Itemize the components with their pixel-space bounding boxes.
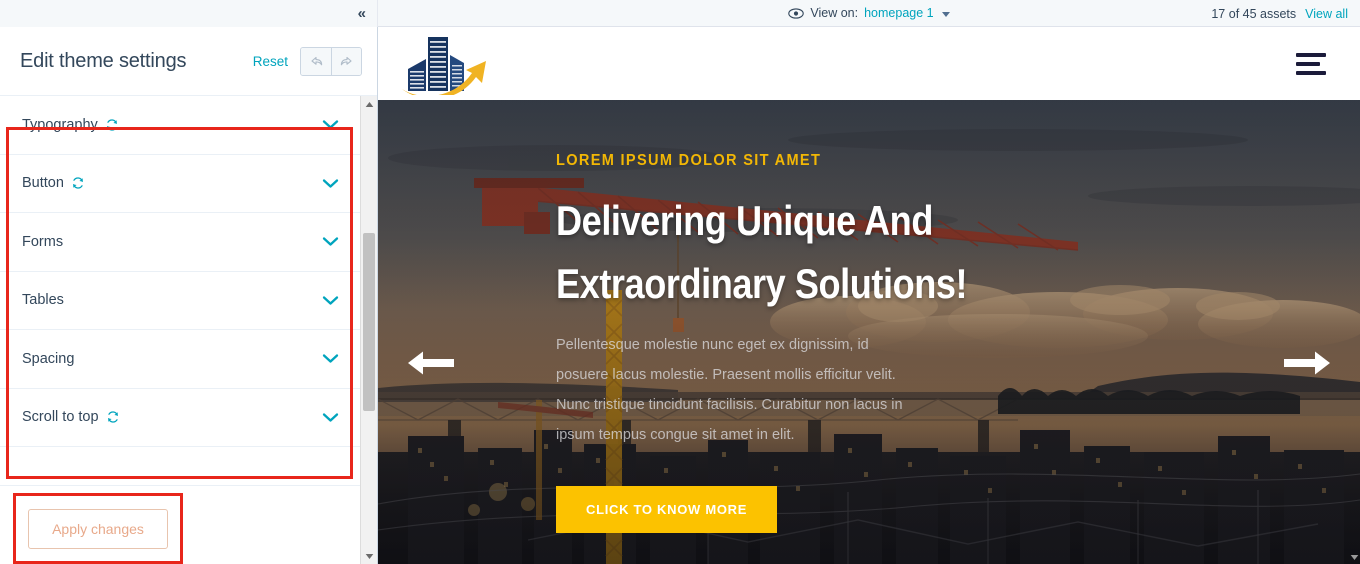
- arrow-left-icon[interactable]: [408, 350, 454, 381]
- view-on-value[interactable]: homepage 1: [864, 6, 934, 20]
- undo-redo-group: [300, 46, 362, 76]
- refresh-icon[interactable]: [105, 118, 119, 132]
- sidebar-divider: [0, 485, 361, 486]
- accordion-item-label: Button: [22, 175, 64, 192]
- accordion-item-typography[interactable]: Typography: [0, 96, 361, 155]
- hamburger-bar: [1296, 70, 1326, 75]
- refresh-icon[interactable]: [71, 176, 85, 190]
- building-company-logo[interactable]: [400, 33, 496, 99]
- page-title: Edit theme settings: [20, 49, 187, 72]
- scrollbar-down-arrow-icon[interactable]: [361, 548, 377, 564]
- hamburger-bar: [1296, 52, 1326, 57]
- chevron-down-icon[interactable]: [322, 119, 339, 130]
- hamburger-bar: [1296, 61, 1320, 66]
- assets-info: 17 of 45 assets View all: [1211, 0, 1348, 27]
- accordion-label-wrap: Tables: [22, 292, 322, 308]
- hero-title-line-1: Delivering Unique And: [556, 197, 933, 244]
- chevron-down-icon[interactable]: [322, 295, 339, 306]
- scrollbar-thumb[interactable]: [363, 233, 375, 411]
- accordion-label-wrap: Scroll to top: [22, 409, 322, 425]
- hero-cta-button[interactable]: CLICK TO KNOW MORE: [556, 486, 778, 534]
- accordion-label-wrap: Button: [22, 175, 322, 191]
- theme-settings-sidebar: Edit theme settings Reset Typography But…: [0, 27, 378, 564]
- chevron-double-left-icon[interactable]: «: [358, 6, 366, 21]
- top-bar: « View on: homepage 1 17 of 45 assets Vi…: [0, 0, 1360, 27]
- hero-title: Delivering Unique And Extraordinary Solu…: [556, 195, 1038, 309]
- accordion-item-label: Typography: [22, 116, 98, 133]
- scrollbar-up-arrow-icon[interactable]: [361, 96, 377, 112]
- undo-arrow-icon[interactable]: [301, 47, 331, 75]
- site-preview-pane: LOREM IPSUM DOLOR SIT AMET Delivering Un…: [378, 27, 1360, 564]
- sidebar-header: Edit theme settings Reset: [0, 27, 377, 96]
- hero-content: LOREM IPSUM DOLOR SIT AMET Delivering Un…: [556, 152, 1116, 534]
- chevron-down-icon[interactable]: [322, 236, 339, 247]
- accordion-item-label: Spacing: [22, 350, 75, 367]
- top-bar-left-section: «: [0, 0, 378, 27]
- accordion-item-label: Scroll to top: [22, 409, 99, 426]
- hero-body-text: Pellentesque molestie nunc eget ex digni…: [556, 337, 903, 443]
- apply-changes-container: Apply changes: [13, 493, 183, 564]
- view-on-label: View on:: [810, 6, 859, 20]
- view-all-link[interactable]: View all: [1305, 7, 1348, 21]
- hamburger-menu-icon[interactable]: [1292, 49, 1330, 79]
- chevron-down-icon[interactable]: [941, 11, 950, 17]
- sidebar-scrollbar[interactable]: [360, 96, 377, 564]
- arrow-right-icon[interactable]: [1284, 350, 1330, 381]
- preview-scrollbar-down-arrow-icon[interactable]: [1348, 550, 1360, 564]
- accordion-item-scroll-to-top[interactable]: Scroll to top: [0, 388, 361, 447]
- hero-eyebrow: LOREM IPSUM DOLOR SIT AMET: [556, 152, 822, 169]
- accordion-label-wrap: Spacing: [22, 351, 322, 367]
- accordion-label-wrap: Forms: [22, 234, 322, 250]
- eye-icon: [788, 7, 805, 19]
- accordion-item-button[interactable]: Button: [0, 154, 361, 213]
- chevron-down-icon[interactable]: [322, 353, 339, 364]
- chevron-down-icon[interactable]: [322, 412, 339, 423]
- accordion-item-forms[interactable]: Forms: [0, 213, 361, 272]
- hero-banner: LOREM IPSUM DOLOR SIT AMET Delivering Un…: [378, 100, 1360, 564]
- reset-link[interactable]: Reset: [253, 54, 288, 69]
- apply-changes-button[interactable]: Apply changes: [28, 508, 168, 549]
- refresh-icon[interactable]: [106, 410, 120, 424]
- accordion-item-label: Forms: [22, 233, 64, 250]
- chevron-down-icon[interactable]: [322, 178, 339, 189]
- assets-count-label: 17 of 45 assets: [1211, 6, 1297, 21]
- theme-settings-accordion: Typography Button Forms Tables Spacing S…: [0, 96, 361, 447]
- accordion-item-spacing[interactable]: Spacing: [0, 330, 361, 389]
- accordion-item-label: Tables: [22, 292, 64, 309]
- site-header: [378, 27, 1360, 100]
- hero-title-line-2: Extraordinary Solutions!: [556, 260, 968, 308]
- accordion-item-tables[interactable]: Tables: [0, 271, 361, 330]
- accordion-label-wrap: Typography: [22, 117, 322, 133]
- redo-arrow-icon[interactable]: [331, 47, 361, 75]
